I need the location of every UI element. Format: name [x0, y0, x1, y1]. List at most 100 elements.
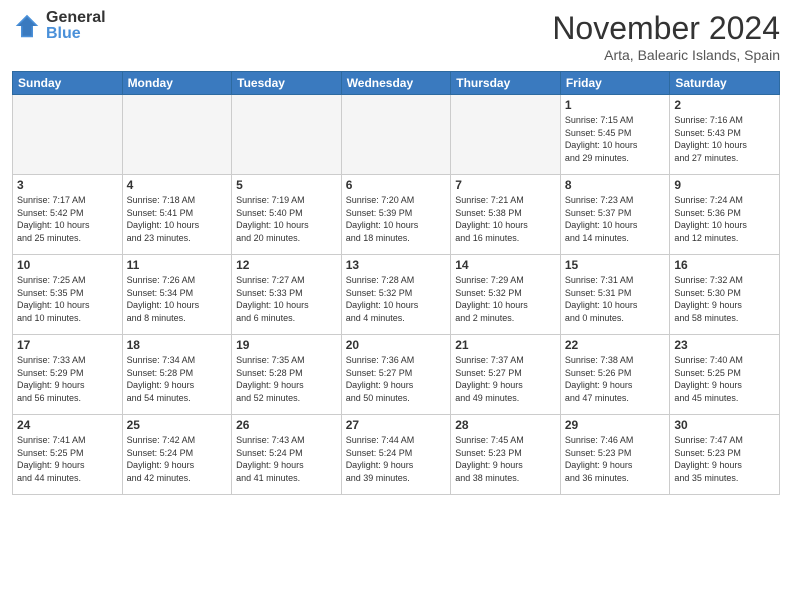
day-info: Sunrise: 7:20 AM Sunset: 5:39 PM Dayligh…	[346, 194, 447, 244]
day-info: Sunrise: 7:44 AM Sunset: 5:24 PM Dayligh…	[346, 434, 447, 484]
day-info: Sunrise: 7:23 AM Sunset: 5:37 PM Dayligh…	[565, 194, 666, 244]
day-info: Sunrise: 7:34 AM Sunset: 5:28 PM Dayligh…	[127, 354, 228, 404]
day-info: Sunrise: 7:45 AM Sunset: 5:23 PM Dayligh…	[455, 434, 556, 484]
week-row-2: 10 Sunrise: 7:25 AM Sunset: 5:35 PM Dayli…	[13, 255, 780, 335]
calendar-cell: 20 Sunrise: 7:36 AM Sunset: 5:27 PM Dayli…	[341, 335, 451, 415]
day-info: Sunrise: 7:36 AM Sunset: 5:27 PM Dayligh…	[346, 354, 447, 404]
day-number: 17	[17, 338, 118, 352]
calendar-cell: 13 Sunrise: 7:28 AM Sunset: 5:32 PM Dayli…	[341, 255, 451, 335]
day-info: Sunrise: 7:18 AM Sunset: 5:41 PM Dayligh…	[127, 194, 228, 244]
day-number: 10	[17, 258, 118, 272]
calendar-cell: 10 Sunrise: 7:25 AM Sunset: 5:35 PM Dayli…	[13, 255, 123, 335]
day-info: Sunrise: 7:25 AM Sunset: 5:35 PM Dayligh…	[17, 274, 118, 324]
calendar-cell: 28Sunrise: 7:45 AM Sunset: 5:23 PM Dayli…	[451, 415, 561, 495]
calendar-cell: 23 Sunrise: 7:40 AM Sunset: 5:25 PM Dayli…	[670, 335, 780, 415]
day-number: 13	[346, 258, 447, 272]
calendar-cell: 7 Sunrise: 7:21 AM Sunset: 5:38 PM Daylig…	[451, 175, 561, 255]
calendar-cell: 6 Sunrise: 7:20 AM Sunset: 5:39 PM Daylig…	[341, 175, 451, 255]
day-number: 12	[236, 258, 337, 272]
calendar-cell: 5Sunrise: 7:19 AM Sunset: 5:40 PM Daylig…	[232, 175, 342, 255]
logo-icon	[12, 11, 42, 41]
day-info: Sunrise: 7:42 AM Sunset: 5:24 PM Dayligh…	[127, 434, 228, 484]
day-info: Sunrise: 7:33 AM Sunset: 5:29 PM Dayligh…	[17, 354, 118, 404]
calendar-cell	[232, 95, 342, 175]
day-number: 6	[346, 178, 447, 192]
day-number: 7	[455, 178, 556, 192]
calendar-cell: 22 Sunrise: 7:38 AM Sunset: 5:26 PM Dayli…	[560, 335, 670, 415]
day-info: Sunrise: 7:47 AM Sunset: 5:23 PM Dayligh…	[674, 434, 775, 484]
calendar-cell: 29 Sunrise: 7:46 AM Sunset: 5:23 PM Dayli…	[560, 415, 670, 495]
calendar-cell: 25 Sunrise: 7:42 AM Sunset: 5:24 PM Dayli…	[122, 415, 232, 495]
calendar-cell: 16 Sunrise: 7:32 AM Sunset: 5:30 PM Dayli…	[670, 255, 780, 335]
day-number: 11	[127, 258, 228, 272]
calendar-cell: 26 Sunrise: 7:43 AM Sunset: 5:24 PM Dayli…	[232, 415, 342, 495]
day-info: Sunrise: 7:32 AM Sunset: 5:30 PM Dayligh…	[674, 274, 775, 324]
day-info: Sunrise: 7:19 AM Sunset: 5:40 PM Dayligh…	[236, 194, 337, 244]
day-info: Sunrise: 7:37 AM Sunset: 5:27 PM Dayligh…	[455, 354, 556, 404]
week-row-0: 1 Sunrise: 7:15 AM Sunset: 5:45 PM Daylig…	[13, 95, 780, 175]
day-number: 19	[236, 338, 337, 352]
day-info: Sunrise: 7:26 AM Sunset: 5:34 PM Dayligh…	[127, 274, 228, 324]
calendar-cell: 3 Sunrise: 7:17 AM Sunset: 5:42 PM Daylig…	[13, 175, 123, 255]
day-info: Sunrise: 7:21 AM Sunset: 5:38 PM Dayligh…	[455, 194, 556, 244]
day-info: Sunrise: 7:24 AM Sunset: 5:36 PM Dayligh…	[674, 194, 775, 244]
calendar-cell	[341, 95, 451, 175]
calendar-cell: 24 Sunrise: 7:41 AM Sunset: 5:25 PM Dayli…	[13, 415, 123, 495]
day-number: 23	[674, 338, 775, 352]
day-number: 27	[346, 418, 447, 432]
calendar-cell: 19 Sunrise: 7:35 AM Sunset: 5:28 PM Dayli…	[232, 335, 342, 415]
week-row-3: 17 Sunrise: 7:33 AM Sunset: 5:29 PM Dayli…	[13, 335, 780, 415]
th-saturday: Saturday	[670, 72, 780, 95]
day-number: 9	[674, 178, 775, 192]
logo-general-text: General	[46, 10, 106, 26]
th-wednesday: Wednesday	[341, 72, 451, 95]
day-info: Sunrise: 7:15 AM Sunset: 5:45 PM Dayligh…	[565, 114, 666, 164]
day-info: Sunrise: 7:40 AM Sunset: 5:25 PM Dayligh…	[674, 354, 775, 404]
day-info: Sunrise: 7:41 AM Sunset: 5:25 PM Dayligh…	[17, 434, 118, 484]
day-number: 29	[565, 418, 666, 432]
calendar-cell: 18 Sunrise: 7:34 AM Sunset: 5:28 PM Dayli…	[122, 335, 232, 415]
day-info: Sunrise: 7:35 AM Sunset: 5:28 PM Dayligh…	[236, 354, 337, 404]
day-number: 22	[565, 338, 666, 352]
calendar-cell	[13, 95, 123, 175]
day-number: 16	[674, 258, 775, 272]
day-number: 20	[346, 338, 447, 352]
day-info: Sunrise: 7:16 AM Sunset: 5:43 PM Dayligh…	[674, 114, 775, 164]
day-number: 18	[127, 338, 228, 352]
calendar-cell: 8Sunrise: 7:23 AM Sunset: 5:37 PM Daylig…	[560, 175, 670, 255]
calendar-cell	[451, 95, 561, 175]
logo-blue-text: Blue	[46, 26, 106, 42]
th-tuesday: Tuesday	[232, 72, 342, 95]
th-thursday: Thursday	[451, 72, 561, 95]
location: Arta, Balearic Islands, Spain	[552, 47, 780, 63]
day-number: 1	[565, 98, 666, 112]
month-title: November 2024	[552, 10, 780, 47]
day-info: Sunrise: 7:28 AM Sunset: 5:32 PM Dayligh…	[346, 274, 447, 324]
day-info: Sunrise: 7:31 AM Sunset: 5:31 PM Dayligh…	[565, 274, 666, 324]
calendar-cell	[122, 95, 232, 175]
calendar-cell: 1 Sunrise: 7:15 AM Sunset: 5:45 PM Daylig…	[560, 95, 670, 175]
logo: General Blue	[12, 10, 106, 42]
day-number: 26	[236, 418, 337, 432]
day-number: 3	[17, 178, 118, 192]
th-friday: Friday	[560, 72, 670, 95]
day-info: Sunrise: 7:38 AM Sunset: 5:26 PM Dayligh…	[565, 354, 666, 404]
day-number: 15	[565, 258, 666, 272]
calendar-cell: 15 Sunrise: 7:31 AM Sunset: 5:31 PM Dayli…	[560, 255, 670, 335]
day-number: 25	[127, 418, 228, 432]
day-info: Sunrise: 7:17 AM Sunset: 5:42 PM Dayligh…	[17, 194, 118, 244]
header-row: Sunday Monday Tuesday Wednesday Thursday…	[13, 72, 780, 95]
day-number: 14	[455, 258, 556, 272]
calendar-table: Sunday Monday Tuesday Wednesday Thursday…	[12, 71, 780, 495]
calendar-cell: 21Sunrise: 7:37 AM Sunset: 5:27 PM Dayli…	[451, 335, 561, 415]
day-info: Sunrise: 7:27 AM Sunset: 5:33 PM Dayligh…	[236, 274, 337, 324]
calendar-cell: 12 Sunrise: 7:27 AM Sunset: 5:33 PM Dayli…	[232, 255, 342, 335]
day-info: Sunrise: 7:29 AM Sunset: 5:32 PM Dayligh…	[455, 274, 556, 324]
day-number: 24	[17, 418, 118, 432]
header: General Blue November 2024 Arta, Baleari…	[12, 10, 780, 63]
day-info: Sunrise: 7:43 AM Sunset: 5:24 PM Dayligh…	[236, 434, 337, 484]
page-container: General Blue November 2024 Arta, Baleari…	[0, 0, 792, 612]
calendar-cell: 4Sunrise: 7:18 AM Sunset: 5:41 PM Daylig…	[122, 175, 232, 255]
day-info: Sunrise: 7:46 AM Sunset: 5:23 PM Dayligh…	[565, 434, 666, 484]
calendar-cell: 17 Sunrise: 7:33 AM Sunset: 5:29 PM Dayli…	[13, 335, 123, 415]
